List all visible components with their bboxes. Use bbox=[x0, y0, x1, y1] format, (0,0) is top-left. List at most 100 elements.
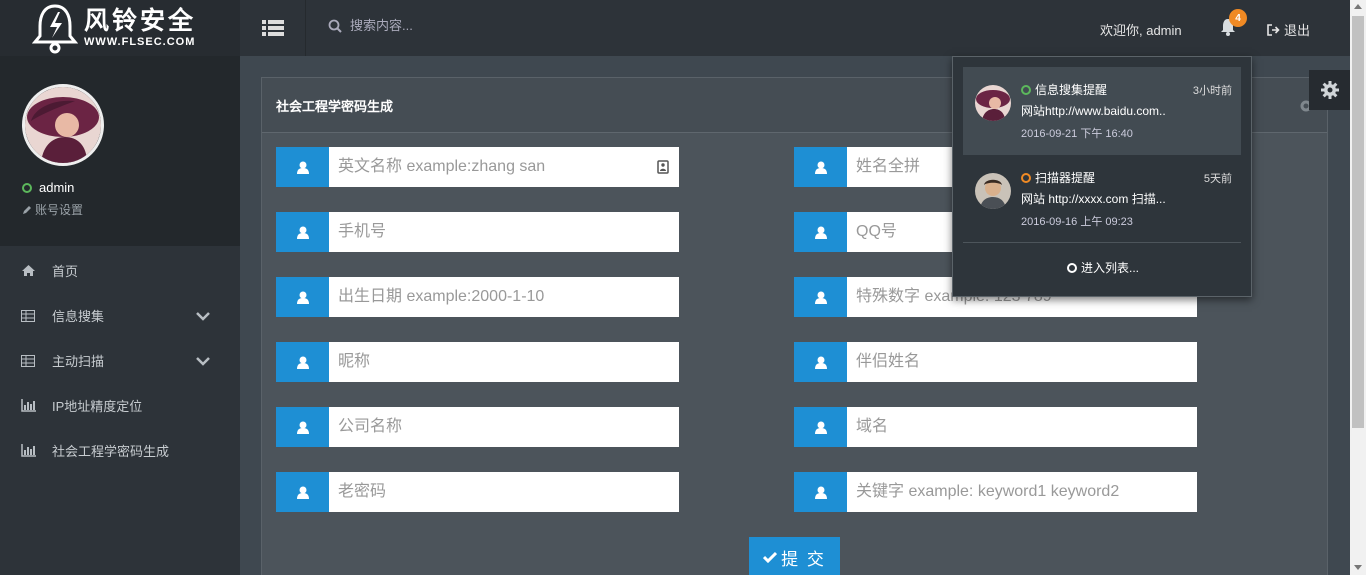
notifications-dropdown: 信息搜集提醒 3小时前 网站http://www.baidu.com.. 201… bbox=[952, 56, 1252, 297]
bar-chart-icon bbox=[20, 444, 36, 458]
check-icon bbox=[763, 551, 778, 563]
circle-icon bbox=[1066, 262, 1077, 273]
notification-title: 信息搜集提醒 bbox=[1035, 83, 1108, 97]
nickname-input[interactable] bbox=[329, 342, 679, 382]
search-icon bbox=[328, 19, 342, 33]
sidebar-item-label: 信息搜集 bbox=[52, 309, 105, 324]
divider bbox=[963, 242, 1241, 243]
avatar[interactable] bbox=[22, 84, 104, 166]
view-all-notifications-link[interactable]: 进入列表... bbox=[953, 259, 1253, 276]
chevron-down-icon bbox=[196, 354, 210, 369]
notification-time: 5天前 bbox=[1203, 173, 1232, 185]
user-icon bbox=[276, 147, 329, 187]
nickname-field bbox=[276, 342, 679, 382]
list-icon bbox=[261, 20, 284, 36]
english-name-field bbox=[276, 147, 679, 187]
keyword-field bbox=[794, 472, 1197, 512]
menu-toggle-button[interactable] bbox=[240, 0, 306, 56]
sidebar-item-home[interactable]: 首页 bbox=[0, 248, 240, 293]
sidebar: 风铃安全 WWW.FLSEC.COM admin 账号设置 首页 信息搜集 主动… bbox=[0, 0, 240, 575]
top-bar: 欢迎你, admin 4 退出 bbox=[240, 0, 1350, 56]
scroll-up-icon[interactable] bbox=[1354, 4, 1362, 9]
scroll-thumb[interactable] bbox=[1352, 16, 1364, 428]
domain-input[interactable] bbox=[847, 407, 1197, 447]
online-status-icon bbox=[22, 182, 32, 193]
birthdate-input[interactable] bbox=[329, 277, 679, 317]
status-ring-icon bbox=[1021, 172, 1031, 183]
notification-message: 网站 http://xxxx.com 扫描... bbox=[1021, 192, 1166, 206]
user-icon bbox=[794, 407, 847, 447]
company-field bbox=[276, 407, 679, 447]
view-all-label: 进入列表... bbox=[1080, 261, 1139, 275]
avatar bbox=[975, 173, 1011, 209]
phone-field bbox=[276, 212, 679, 252]
notification-item[interactable]: 扫描器提醒 5天前 网站 http://xxxx.com 扫描... 2016-… bbox=[963, 155, 1241, 243]
logo[interactable]: 风铃安全 WWW.FLSEC.COM bbox=[0, 0, 240, 56]
sidebar-item-social-password[interactable]: 社会工程学密码生成 bbox=[0, 428, 240, 473]
avatar bbox=[975, 85, 1011, 121]
logout-label: 退出 bbox=[1284, 23, 1311, 38]
notifications-button[interactable]: 4 bbox=[1218, 9, 1247, 39]
sidebar-nav: 首页 信息搜集 主动扫描 IP地址精度定位 社会工程学密码生成 bbox=[0, 246, 240, 473]
brand-url: WWW.FLSEC.COM bbox=[84, 35, 196, 48]
notification-badge: 4 bbox=[1229, 9, 1247, 27]
user-icon bbox=[276, 407, 329, 447]
bell-logo-icon bbox=[31, 2, 79, 54]
search-input[interactable] bbox=[350, 18, 550, 33]
chevron-down-icon bbox=[196, 309, 210, 324]
sidebar-item-active-scan[interactable]: 主动扫描 bbox=[0, 338, 240, 383]
account-settings-link[interactable]: 账号设置 bbox=[22, 201, 240, 218]
user-icon bbox=[794, 472, 847, 512]
old-password-field bbox=[276, 472, 679, 512]
user-icon bbox=[794, 212, 847, 252]
partner-name-input[interactable] bbox=[847, 342, 1197, 382]
partner-name-field bbox=[794, 342, 1197, 382]
notification-time: 3小时前 bbox=[1192, 85, 1232, 97]
sidebar-item-ip-location[interactable]: IP地址精度定位 bbox=[0, 383, 240, 428]
notification-message: 网站http://www.baidu.com.. bbox=[1021, 104, 1166, 118]
sidebar-item-info-collection[interactable]: 信息搜集 bbox=[0, 293, 240, 338]
logout-button[interactable]: 退出 bbox=[1267, 20, 1310, 39]
username: admin bbox=[39, 180, 75, 195]
user-icon bbox=[276, 472, 329, 512]
submit-label: 提 交 bbox=[781, 549, 826, 569]
table-icon bbox=[20, 309, 36, 323]
domain-field bbox=[794, 407, 1197, 447]
brand-name: 风铃安全 bbox=[84, 6, 197, 35]
submit-button[interactable]: 提 交 bbox=[749, 537, 840, 575]
gear-icon bbox=[1320, 81, 1339, 99]
status-ring-icon bbox=[1021, 84, 1031, 95]
user-icon bbox=[276, 277, 329, 317]
phone-input[interactable] bbox=[329, 212, 679, 252]
birthdate-field bbox=[276, 277, 679, 317]
page-scrollbar[interactable] bbox=[1350, 0, 1366, 575]
sign-out-icon bbox=[1267, 23, 1280, 36]
search-bar bbox=[328, 18, 550, 33]
user-icon bbox=[276, 342, 329, 382]
settings-button[interactable] bbox=[1309, 70, 1350, 110]
old-password-input[interactable] bbox=[329, 472, 679, 512]
scroll-down-icon[interactable] bbox=[1354, 565, 1362, 570]
company-input[interactable] bbox=[329, 407, 679, 447]
keyword-input[interactable] bbox=[847, 472, 1197, 512]
notification-item[interactable]: 信息搜集提醒 3小时前 网站http://www.baidu.com.. 201… bbox=[963, 67, 1241, 155]
notification-title: 扫描器提醒 bbox=[1035, 171, 1096, 185]
sidebar-item-label: 社会工程学密码生成 bbox=[52, 444, 170, 459]
notification-date: 2016-09-16 上午 09:23 bbox=[1021, 216, 1133, 228]
user-icon bbox=[794, 147, 847, 187]
pencil-icon bbox=[23, 205, 31, 214]
bar-chart-icon bbox=[20, 399, 36, 413]
welcome-text: 欢迎你, admin bbox=[1100, 23, 1182, 38]
english-name-input[interactable] bbox=[329, 147, 679, 187]
user-icon bbox=[276, 212, 329, 252]
sidebar-item-label: 首页 bbox=[52, 264, 79, 279]
user-icon bbox=[794, 342, 847, 382]
sidebar-item-label: 主动扫描 bbox=[52, 354, 105, 369]
table-icon bbox=[20, 354, 36, 368]
user-profile: admin 账号设置 bbox=[0, 56, 240, 246]
contact-card-icon bbox=[657, 160, 669, 177]
sidebar-item-label: IP地址精度定位 bbox=[52, 399, 143, 414]
account-settings-label: 账号设置 bbox=[35, 203, 84, 217]
home-icon bbox=[20, 264, 36, 278]
user-icon bbox=[794, 277, 847, 317]
